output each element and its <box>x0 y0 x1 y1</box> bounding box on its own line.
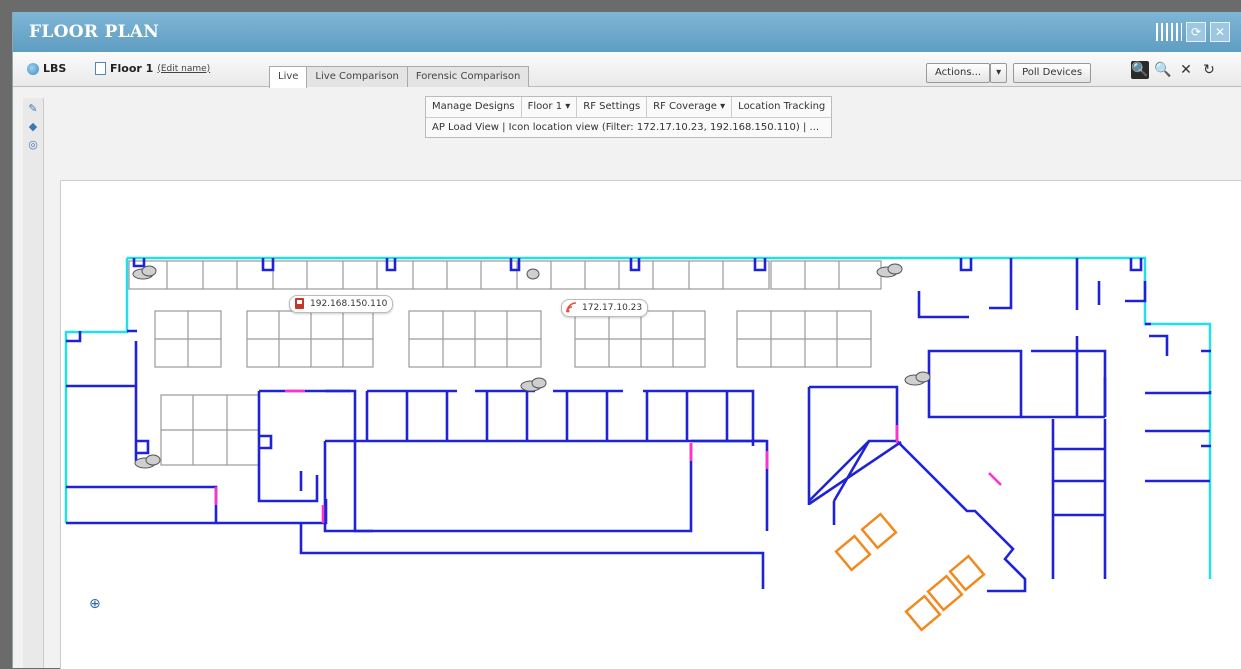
rf-coverage-menu[interactable]: RF Coverage ▾ <box>647 97 733 117</box>
tab-forensic-comparison[interactable]: Forensic Comparison <box>406 66 530 87</box>
close-icon[interactable]: ✕ <box>1210 22 1230 42</box>
resize-grip-icon[interactable] <box>1156 23 1182 41</box>
edit-name-link[interactable]: (Edit name) <box>157 64 210 74</box>
floor-plan-canvas[interactable]: 192.168.150.110 172.17.10.23 <box>60 180 1241 669</box>
layers-icon[interactable]: ◆ <box>26 120 40 134</box>
floor-toolbar: LBS Floor 1 (Edit name) Live Live Compar… <box>13 52 1241 88</box>
floor-plan-drawing <box>64 256 1212 632</box>
tool-sidebar: ✎ ◆ ◎ <box>23 98 44 668</box>
location-tracking-menu[interactable]: Location Tracking <box>732 97 831 117</box>
actions-dropdown-button[interactable]: ▾ <box>990 63 1008 83</box>
device-ip-label: 192.168.150.110 <box>310 299 388 309</box>
device-marker-wireless[interactable]: 172.17.10.23 <box>561 299 649 317</box>
furniture <box>834 512 986 632</box>
floor-label: Floor 1 <box>110 62 154 75</box>
poll-devices-button[interactable]: Poll Devices <box>1013 63 1092 83</box>
device-ip-label: 172.17.10.23 <box>582 303 643 313</box>
globe-icon <box>27 62 39 75</box>
tab-live[interactable]: Live <box>269 66 308 88</box>
floor-doc-icon <box>95 62 106 75</box>
window-title: FLOOR PLAN <box>29 22 160 42</box>
zoom-tools: 🔍 🔍 ✕ ↻ <box>1131 61 1218 79</box>
phone-device-icon <box>295 298 304 309</box>
floor-name: Floor 1 (Edit name) <box>95 62 210 75</box>
access-point-icons <box>132 263 931 469</box>
wireless-device-icon <box>566 302 577 313</box>
floor-menu: Manage Designs Floor 1 ▾ RF Settings RF … <box>425 96 833 138</box>
rf-settings-menu[interactable]: RF Settings <box>577 97 648 117</box>
actions-button[interactable]: Actions... <box>926 63 991 83</box>
floor-select-menu[interactable]: Floor 1 ▾ <box>522 97 578 117</box>
refresh-icon[interactable]: ⟳ <box>1186 22 1206 42</box>
edit-icon[interactable]: ✎ <box>26 102 40 116</box>
view-tabs: Live Live Comparison Forensic Comparison <box>269 66 530 88</box>
zoom-out-icon[interactable]: 🔍 <box>1154 61 1172 79</box>
device-marker-phone[interactable]: 192.168.150.110 <box>289 295 394 313</box>
zoom-select-icon[interactable]: 🔍 <box>1131 61 1149 79</box>
doors <box>214 389 1002 523</box>
manage-designs-menu[interactable]: Manage Designs <box>426 97 522 117</box>
pan-icon[interactable]: ↻ <box>1200 61 1218 79</box>
floor-plan-panel: FLOOR PLAN ⟳ ✕ LBS Floor 1 (Edit name) L… <box>12 12 1241 669</box>
lbs-label: LBS <box>43 62 67 75</box>
view-filter-line[interactable]: AP Load View | Icon location view (Filte… <box>426 118 831 137</box>
fit-icon[interactable]: ✕ <box>1177 61 1195 79</box>
cubicles <box>128 260 882 466</box>
zoom-in-icon[interactable]: ⊕ <box>89 596 101 612</box>
tab-live-comparison[interactable]: Live Comparison <box>306 66 408 87</box>
title-bar: FLOOR PLAN ⟳ ✕ <box>13 12 1241 52</box>
location-icon[interactable]: ◎ <box>26 138 40 152</box>
lbs-item[interactable]: LBS <box>27 62 66 75</box>
